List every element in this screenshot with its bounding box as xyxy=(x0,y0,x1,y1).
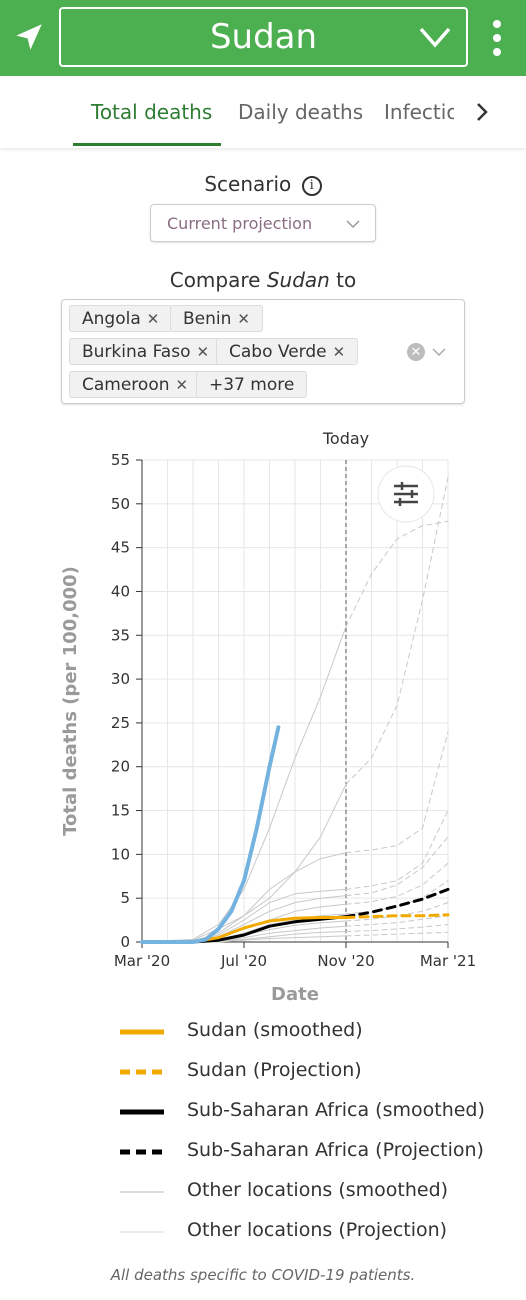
remove-chip-icon[interactable]: ✕ xyxy=(333,343,346,361)
y-tick-label: 20 xyxy=(111,758,130,776)
legend-swatch xyxy=(120,1231,164,1233)
chip-benin: Benin ✕ xyxy=(170,305,263,332)
y-tick-label: 35 xyxy=(111,626,130,644)
x-axis-title: Date xyxy=(271,984,319,1005)
legend-label: Sudan (Projection) xyxy=(187,1059,362,1081)
chip-label: Cameroon xyxy=(82,375,170,395)
x-tick-label: Mar '21 xyxy=(420,952,476,970)
metric-tabs: Total deaths Daily deaths Infectio xyxy=(0,76,526,148)
chevron-down-icon xyxy=(419,27,451,48)
chevron-down-icon xyxy=(346,220,360,229)
y-tick-label: 10 xyxy=(111,845,130,863)
legend-label: Sub-Saharan Africa (Projection) xyxy=(187,1139,484,1161)
more-vertical-icon[interactable] xyxy=(488,18,506,58)
y-tick-label: 5 xyxy=(120,889,130,907)
today-label: Today xyxy=(322,429,369,448)
chart-settings-button[interactable] xyxy=(377,465,435,523)
tab-daily-deaths[interactable]: Daily deaths xyxy=(238,100,363,124)
info-icon[interactable]: i xyxy=(301,175,322,196)
remove-chip-icon[interactable]: ✕ xyxy=(176,376,189,394)
legend-label: Sudan (smoothed) xyxy=(187,1019,363,1041)
chip-label: Burkina Faso xyxy=(82,342,191,362)
chip-cameroon: Cameroon ✕ xyxy=(69,371,202,398)
legend-item-other-projection[interactable]: Other locations (Projection) xyxy=(0,1210,526,1250)
chevron-right-icon[interactable] xyxy=(470,100,494,124)
compare-location: Sudan xyxy=(266,268,330,292)
legend-label: Other locations (Projection) xyxy=(187,1219,448,1241)
scenario-label: Scenario xyxy=(204,172,292,196)
x-tick-label: Nov '20 xyxy=(317,952,374,970)
y-tick-label: 15 xyxy=(111,802,130,820)
legend-swatch xyxy=(120,1069,164,1075)
y-tick-label: 55 xyxy=(111,451,130,469)
x-tick-label: Jul '20 xyxy=(220,952,267,970)
scenario-dropdown[interactable]: Current projection xyxy=(150,204,376,242)
legend-swatch xyxy=(120,1109,164,1115)
tune-sliders-icon xyxy=(394,482,418,506)
legend-item-ssa-projection[interactable]: Sub-Saharan Africa (Projection) xyxy=(0,1130,526,1170)
y-tick-label: 25 xyxy=(111,714,130,732)
compare-label-suffix: to xyxy=(329,268,357,292)
remove-chip-icon[interactable]: ✕ xyxy=(196,343,209,361)
location-label: Sudan xyxy=(209,17,318,57)
legend-item-sudan-smoothed[interactable]: Sudan (smoothed) xyxy=(0,1010,526,1050)
scenario-heading: Scenario i xyxy=(0,172,526,196)
compare-multiselect[interactable]: Angola ✕ Benin ✕ Burkina Faso ✕ Cabo Verde ✕… xyxy=(61,299,465,404)
compare-label-prefix: Compare xyxy=(169,268,267,292)
chip-label: Benin xyxy=(183,309,232,329)
y-tick-label: 45 xyxy=(111,539,130,557)
x-tick-label: Mar '20 xyxy=(114,952,170,970)
legend-item-other-smoothed[interactable]: Other locations (smoothed) xyxy=(0,1170,526,1210)
navigation-arrow-icon[interactable] xyxy=(12,20,46,54)
legend-label: Sub-Saharan Africa (smoothed) xyxy=(187,1099,485,1121)
legend-item-ssa-smoothed[interactable]: Sub-Saharan Africa (smoothed) xyxy=(0,1090,526,1130)
scenario-value: Current projection xyxy=(167,214,313,233)
legend-item-sudan-projection[interactable]: Sudan (Projection) xyxy=(0,1050,526,1090)
legend-swatch xyxy=(120,1029,164,1035)
series-line-highlighted-location xyxy=(140,725,281,944)
y-axis-title: Total deaths (per 100,000) xyxy=(60,566,81,836)
y-tick-label: 40 xyxy=(111,582,130,600)
y-tick-label: 50 xyxy=(111,495,130,513)
y-tick-label: 30 xyxy=(111,670,130,688)
total-deaths-chart: 0 5 10 15 20 25 30 35 40 45 50 55 Mar '20 Jul '20 Nov … xyxy=(60,429,476,1005)
app-header: Sudan xyxy=(0,0,526,76)
remove-chip-icon[interactable]: ✕ xyxy=(147,310,160,328)
compare-heading: Compare Sudan to xyxy=(0,268,526,292)
legend-label: Other locations (smoothed) xyxy=(187,1179,449,1201)
tab-infections[interactable]: Infectio xyxy=(384,100,454,124)
y-tick-label: 0 xyxy=(120,933,130,951)
remove-chip-icon[interactable]: ✕ xyxy=(237,310,250,328)
legend-swatch xyxy=(120,1149,164,1155)
chip-burkina-faso: Burkina Faso ✕ xyxy=(69,338,223,365)
chip-cabo-verde: Cabo Verde ✕ xyxy=(216,338,359,365)
active-tab-indicator xyxy=(73,143,221,146)
legend-swatch xyxy=(120,1191,164,1193)
tab-total-deaths[interactable]: Total deaths xyxy=(91,100,212,124)
clear-selection-icon[interactable]: ✕ xyxy=(407,343,425,361)
chip-label: Angola xyxy=(82,309,141,329)
chip-angola: Angola ✕ xyxy=(69,305,173,332)
more-chips-indicator[interactable]: +37 more xyxy=(196,371,308,398)
chevron-down-icon[interactable] xyxy=(432,346,446,358)
location-dropdown[interactable]: Sudan xyxy=(59,7,468,67)
chip-label: Cabo Verde xyxy=(229,342,327,362)
footnote: All deaths specific to COVID-19 patients… xyxy=(110,1266,416,1284)
